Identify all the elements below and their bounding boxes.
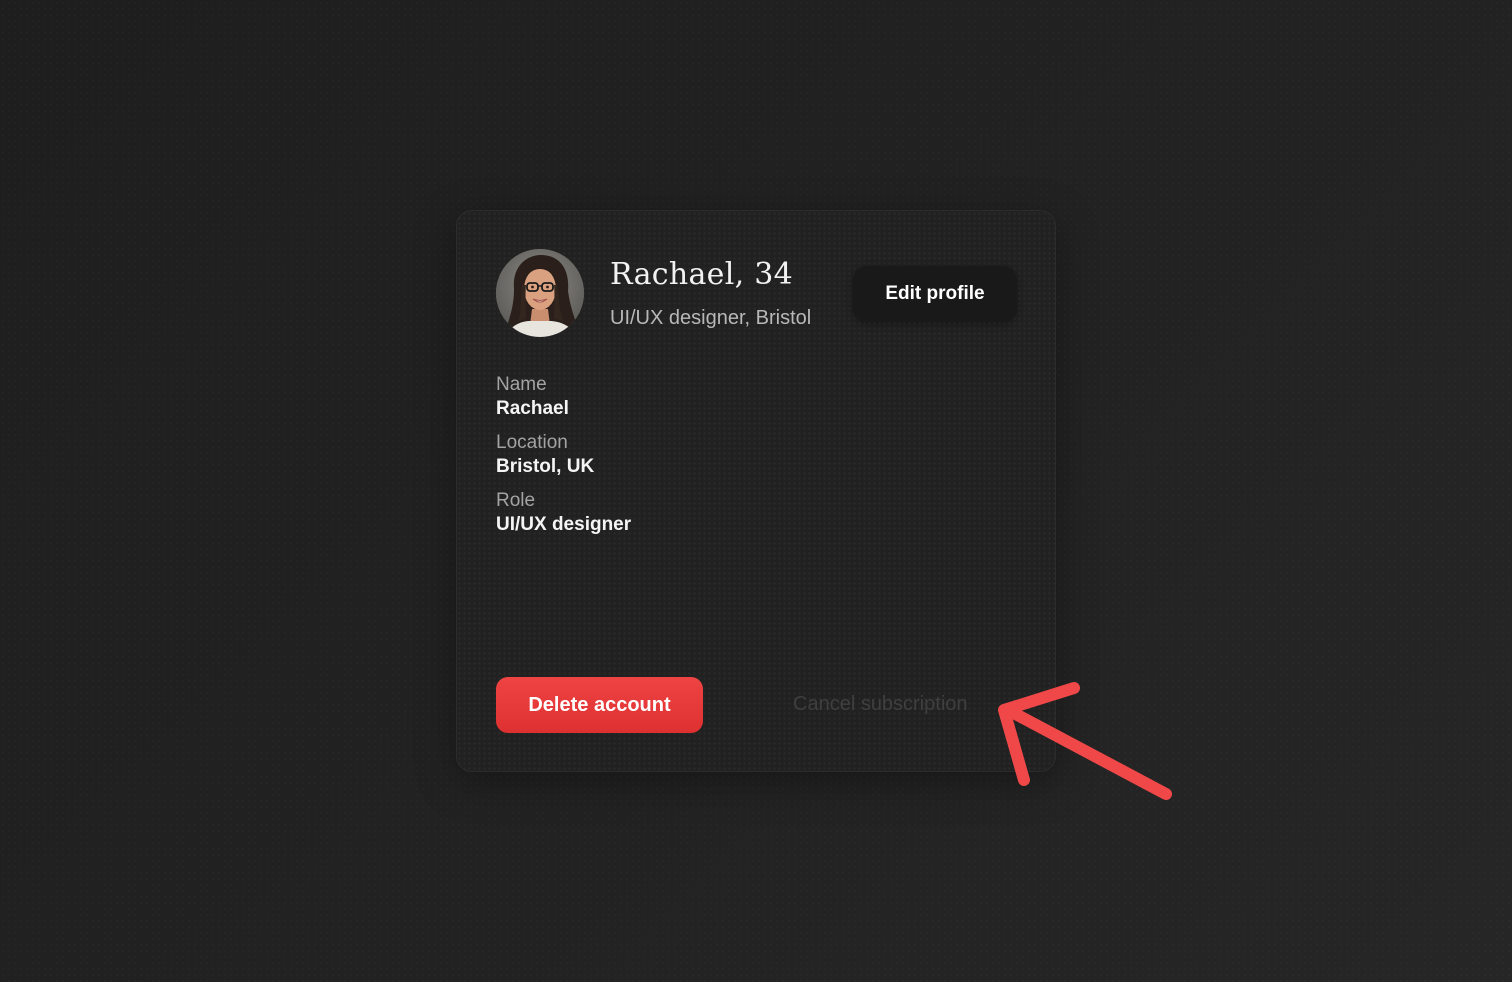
profile-details: Name Rachael Location Bristol, UK Role U… <box>496 373 631 547</box>
field-location: Location Bristol, UK <box>496 431 631 479</box>
edit-profile-button[interactable]: Edit profile <box>853 266 1017 322</box>
field-value: Bristol, UK <box>496 456 595 477</box>
field-name: Name Rachael <box>496 373 631 421</box>
avatar <box>496 249 584 337</box>
profile-subtitle: UI/UX designer, Bristol <box>610 307 812 329</box>
field-label: Name <box>496 374 547 395</box>
red-arrow-icon <box>990 676 1180 811</box>
profile-title: Rachael, 34 <box>610 257 794 292</box>
profile-card: Rachael, 34 UI/UX designer, Bristol Edit… <box>456 210 1056 772</box>
field-label: Role <box>496 490 536 511</box>
field-role: Role UI/UX designer <box>496 489 631 537</box>
field-value: UI/UX designer <box>496 514 632 535</box>
cancel-subscription-link[interactable]: Cancel subscription <box>793 693 968 716</box>
delete-account-button[interactable]: Delete account <box>496 677 703 733</box>
field-label: Location <box>496 432 568 453</box>
field-value: Rachael <box>496 398 569 419</box>
